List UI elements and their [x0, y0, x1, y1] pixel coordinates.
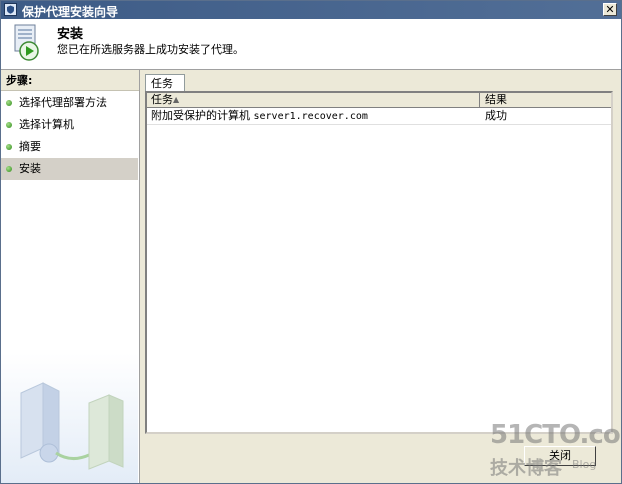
page-title: 安装 — [57, 27, 84, 42]
column-header-label: 任务 — [151, 93, 173, 106]
step-label: 选择计算机 — [19, 118, 74, 131]
step-label: 选择代理部署方法 — [19, 96, 107, 109]
page-subtitle: 您已在所选服务器上成功安装了代理。 — [57, 43, 244, 56]
column-header-result[interactable]: 结果 — [481, 93, 611, 107]
step-label: 安装 — [19, 162, 41, 175]
shield-app-icon — [4, 3, 17, 16]
step-install[interactable]: 安装 — [1, 158, 138, 180]
column-header-task[interactable]: 任务 ▲ — [147, 93, 480, 107]
column-header-label: 结果 — [485, 93, 507, 106]
wizard-window: 保护代理安装向导 ✕ 安装 您已在所选服务器上成功安装了代理。 步骤: 选择代理… — [0, 0, 622, 484]
task-grid: 任务 ▲ 结果 附加受保护的计算机 server1.recover.com 成功 — [145, 91, 613, 434]
table-row[interactable]: 附加受保护的计算机 server1.recover.com 成功 — [147, 108, 611, 125]
server-name: server1.recover.com — [253, 111, 368, 122]
task-cell: 附加受保护的计算机 server1.recover.com — [147, 108, 368, 125]
green-dot-icon — [6, 166, 12, 172]
wizard-header: 安装 您已在所选服务器上成功安装了代理。 — [1, 19, 621, 70]
step-summary[interactable]: 摘要 — [1, 136, 138, 158]
green-dot-icon — [6, 122, 12, 128]
green-dot-icon — [6, 144, 12, 150]
step-select-deploy-method[interactable]: 选择代理部署方法 — [1, 92, 138, 114]
step-select-computers[interactable]: 选择计算机 — [1, 114, 138, 136]
tab-task[interactable]: 任务 — [145, 74, 185, 92]
watermark: 51CTO.com 技术博客 Blog — [488, 420, 622, 482]
watermark-subtitle: 技术博客 — [490, 458, 562, 479]
sort-ascending-icon: ▲ — [173, 95, 180, 104]
steps-header: 步骤: — [1, 70, 139, 91]
decorative-server-art — [1, 353, 138, 483]
grid-header-row: 任务 ▲ 结果 — [147, 93, 611, 108]
close-icon[interactable]: ✕ — [603, 3, 617, 16]
result-cell: 成功 — [485, 109, 507, 122]
green-dot-icon — [6, 100, 12, 106]
task-text: 附加受保护的计算机 — [151, 109, 250, 122]
title-bar[interactable]: 保护代理安装向导 ✕ — [1, 1, 621, 19]
server-install-icon — [14, 24, 39, 61]
watermark-blog: Blog — [572, 458, 597, 471]
steps-pane: 步骤: 选择代理部署方法 选择计算机 摘要 安装 — [1, 70, 140, 483]
watermark-logo: 51CTO.com — [490, 420, 622, 450]
step-label: 摘要 — [19, 140, 41, 153]
window-title: 保护代理安装向导 — [22, 5, 119, 19]
